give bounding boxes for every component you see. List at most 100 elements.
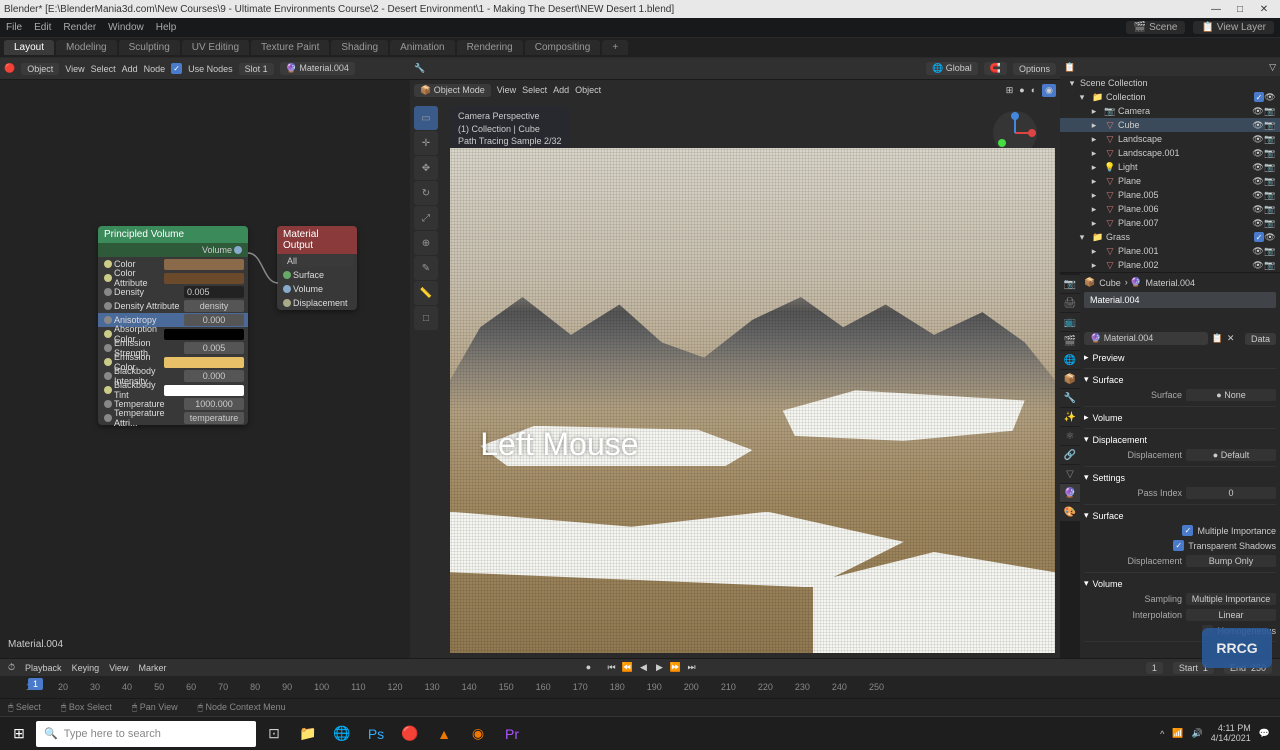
menu-render[interactable]: Render	[63, 22, 96, 33]
socket-icon[interactable]	[104, 344, 112, 352]
explorer-icon[interactable]: 📁	[292, 720, 324, 748]
vp-menu-object[interactable]: Object	[575, 85, 601, 95]
tool-move[interactable]: ✥	[414, 156, 438, 180]
edge-icon[interactable]: 🌐	[326, 720, 358, 748]
sec-preview[interactable]: ▸ Preview	[1084, 350, 1276, 365]
tab-shading[interactable]: Shading	[331, 40, 388, 55]
shading-matprev-icon[interactable]: ◐	[1031, 85, 1036, 95]
tab-add[interactable]: +	[602, 40, 628, 55]
socket-icon[interactable]	[104, 260, 112, 268]
proptab-texture[interactable]: 🎨	[1060, 503, 1080, 521]
proptab-data[interactable]: ▽	[1060, 465, 1080, 483]
timeline-type-icon[interactable]: ⏱	[8, 662, 15, 673]
close-button[interactable]: ✕	[1252, 4, 1276, 15]
photoshop-icon[interactable]: Ps	[360, 720, 392, 748]
blender-icon[interactable]: ◉	[462, 720, 494, 748]
tray-wifi-icon[interactable]: 📶	[1172, 728, 1183, 739]
proptab-modifier[interactable]: 🔧	[1060, 389, 1080, 407]
collection-row[interactable]: ▾📁Collection✓👁	[1060, 90, 1280, 104]
outliner-item[interactable]: ▸▽Plane.006👁📷	[1060, 202, 1280, 216]
outliner-type-icon[interactable]: 📋	[1064, 62, 1075, 73]
node-principled-volume[interactable]: Principled Volume Volume ColorColor Attr…	[98, 226, 248, 425]
node-menu-add[interactable]: Add	[122, 64, 138, 74]
options-btn[interactable]: Options	[1013, 63, 1056, 75]
tab-texture[interactable]: Texture Paint	[251, 40, 329, 55]
menu-window[interactable]: Window	[108, 22, 144, 33]
proptab-particle[interactable]: ✨	[1060, 408, 1080, 426]
socket-icon[interactable]	[104, 372, 112, 380]
outliner-item[interactable]: ▸▽Landscape.001👁📷	[1060, 146, 1280, 160]
mode-selector[interactable]: 📦 Object Mode	[414, 84, 491, 97]
menu-help[interactable]: Help	[156, 22, 177, 33]
multi-importance-check[interactable]: ✓	[1182, 525, 1193, 536]
material-name-field[interactable]: 🔮 Material.004	[1084, 332, 1208, 345]
grass-collection-row[interactable]: ▾📁Grass✓👁	[1060, 230, 1280, 244]
node-menu-view[interactable]: View	[65, 64, 84, 74]
maximize-button[interactable]: □	[1228, 4, 1252, 15]
color-swatch[interactable]	[164, 259, 244, 270]
tool-select[interactable]: ▭	[414, 106, 438, 130]
timeline-keying[interactable]: Keying	[72, 663, 100, 673]
outliner-item[interactable]: ▸▽Plane.007👁📷	[1060, 216, 1280, 230]
node-material-output[interactable]: Material Output All Surface Volume Displ…	[277, 226, 357, 310]
node-editor[interactable]: 🔴 Object View Select Add Node ✓ Use Node…	[0, 58, 410, 658]
menu-file[interactable]: File	[6, 22, 22, 33]
tool-addcube[interactable]: □	[414, 306, 438, 330]
current-frame[interactable]: 1	[1146, 662, 1163, 674]
param-value[interactable]: density	[184, 300, 244, 312]
slot-selector[interactable]: Slot 1	[239, 63, 274, 75]
jump-end-icon[interactable]: ⏭	[685, 662, 699, 673]
new-icon[interactable]: 📋	[1212, 333, 1223, 344]
vp-menu-select[interactable]: Select	[522, 85, 547, 95]
sec-surface2[interactable]: ▾ Surface	[1084, 508, 1276, 523]
color-swatch[interactable]	[164, 385, 244, 396]
socket-displacement-in[interactable]	[283, 299, 291, 307]
socket-icon[interactable]	[104, 414, 112, 422]
displacement-value[interactable]: ● Default	[1186, 449, 1276, 461]
orientation[interactable]: 🌐 Global	[926, 62, 978, 75]
minimize-button[interactable]: —	[1204, 4, 1228, 15]
socket-icon[interactable]	[104, 302, 112, 310]
proptab-render[interactable]: 📷	[1060, 275, 1080, 293]
premiere-icon[interactable]: Pr	[496, 720, 528, 748]
tab-uv[interactable]: UV Editing	[182, 40, 249, 55]
notification-icon[interactable]: 💬	[1259, 728, 1270, 739]
vp-menu-add[interactable]: Add	[553, 85, 569, 95]
timeline[interactable]: 1 10203040506070809010011012013014015016…	[0, 676, 1280, 698]
chrome-icon[interactable]: 🔴	[394, 720, 426, 748]
disp-method[interactable]: Bump Only	[1186, 555, 1276, 567]
autokey-icon[interactable]: ●	[581, 662, 595, 673]
tool-annotate[interactable]: ✎	[414, 256, 438, 280]
socket-icon[interactable]	[104, 288, 112, 296]
socket-volume-out[interactable]	[234, 246, 242, 254]
taskview-icon[interactable]: ⊡	[258, 720, 290, 748]
interp-value[interactable]: Linear	[1186, 609, 1276, 621]
next-key-icon[interactable]: ⏩	[669, 662, 683, 673]
sec-volume[interactable]: ▸ Volume	[1084, 410, 1276, 425]
surface-value[interactable]: ● None	[1186, 389, 1276, 401]
tab-rendering[interactable]: Rendering	[457, 40, 523, 55]
timeline-marker[interactable]: Marker	[138, 663, 166, 673]
proptab-physics[interactable]: ⚛	[1060, 427, 1080, 445]
start-button[interactable]: ⊞	[4, 720, 34, 748]
socket-icon[interactable]	[104, 330, 112, 338]
timeline-view[interactable]: View	[109, 663, 128, 673]
pass-index-value[interactable]: 0	[1186, 487, 1276, 499]
param-value[interactable]: 0.000	[184, 314, 244, 326]
play-icon[interactable]: ▶	[653, 662, 667, 673]
tab-compositing[interactable]: Compositing	[525, 40, 601, 55]
output-target[interactable]: All	[281, 255, 353, 267]
node-menu-select[interactable]: Select	[91, 64, 116, 74]
outliner-item[interactable]: ▸▽Plane.001👁📷	[1060, 244, 1280, 258]
proptab-view[interactable]: 📺	[1060, 313, 1080, 331]
scene-selector[interactable]: 🎬 Scene	[1126, 21, 1186, 34]
outliner-item[interactable]: ▸📷Camera👁📷	[1060, 104, 1280, 118]
proptab-constraint[interactable]: 🔗	[1060, 446, 1080, 464]
shading-solid-icon[interactable]: ●	[1019, 85, 1024, 95]
sec-settings[interactable]: ▾ Settings	[1084, 470, 1276, 485]
tab-animation[interactable]: Animation	[390, 40, 454, 55]
socket-icon[interactable]	[104, 358, 112, 366]
param-value[interactable]: 1000.000	[184, 398, 244, 410]
viewlayer-selector[interactable]: 📋 View Layer	[1193, 21, 1274, 34]
outliner-item[interactable]: ▸▽Plane.002👁📷	[1060, 258, 1280, 272]
